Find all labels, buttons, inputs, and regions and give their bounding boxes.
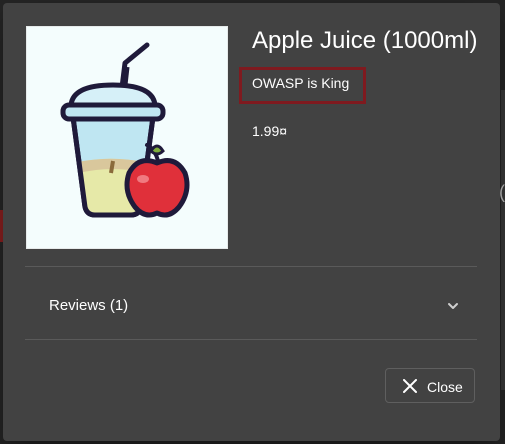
reviews-label: Reviews (1) (49, 297, 129, 314)
product-price: 1.99¤ (252, 123, 288, 139)
product-title: Apple Juice (1000ml) (252, 27, 478, 54)
product-details-dialog: Apple Juice (1000ml) OWASP is King 1.99¤… (3, 3, 500, 441)
close-icon (403, 379, 417, 393)
close-button[interactable]: Close (385, 368, 475, 403)
background-edge (501, 90, 505, 390)
product-description: OWASP is King (252, 75, 350, 91)
apple-juice-cup-image (60, 42, 190, 218)
reviews-expansion-panel[interactable]: Reviews (1) (25, 267, 477, 341)
product-image (26, 26, 228, 249)
divider (25, 339, 477, 340)
close-button-label: Close (427, 379, 463, 395)
chevron-down-icon[interactable] (447, 300, 459, 312)
